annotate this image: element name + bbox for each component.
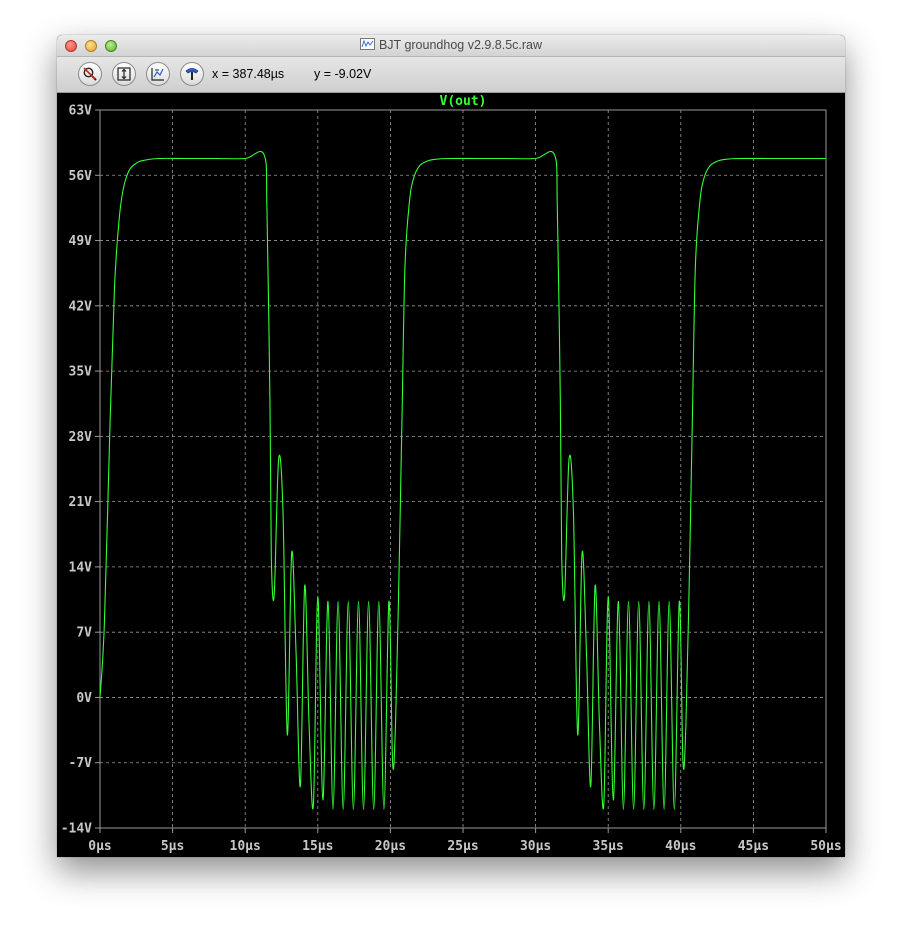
waveform-window: BJT groundhog v2.9.8.5c.raw x = 387.48µs… bbox=[57, 35, 845, 857]
x-tick-label: 30µs bbox=[520, 839, 551, 854]
x-tick-label: 40µs bbox=[665, 839, 696, 854]
y-tick-label: 28V bbox=[69, 430, 93, 445]
y-coordinate-readout: y = -9.02V bbox=[314, 67, 372, 81]
x-tick-label: 25µs bbox=[447, 839, 478, 854]
probe-tool-button[interactable] bbox=[180, 62, 204, 86]
x-tick-label: 5µs bbox=[161, 839, 184, 854]
zoom-fit-icon bbox=[151, 68, 164, 81]
y-tick-label: 7V bbox=[76, 626, 92, 641]
y-tick-label: 35V bbox=[69, 365, 93, 380]
zoom-cancel-button[interactable] bbox=[78, 62, 102, 86]
y-tick-label: 0V bbox=[76, 691, 92, 706]
x-tick-label: 20µs bbox=[375, 839, 406, 854]
zoom-full-button[interactable] bbox=[112, 62, 136, 86]
zoom-fit-button[interactable] bbox=[146, 62, 170, 86]
y-tick-label: 21V bbox=[69, 495, 93, 510]
y-tick-label: -14V bbox=[61, 822, 92, 837]
window-title-area: BJT groundhog v2.9.8.5c.raw bbox=[57, 38, 845, 52]
probe-tool-icon bbox=[185, 68, 199, 80]
window-title: BJT groundhog v2.9.8.5c.raw bbox=[378, 38, 543, 52]
zoom-full-icon bbox=[117, 67, 131, 81]
x-tick-label: 15µs bbox=[302, 839, 333, 854]
y-tick-label: 63V bbox=[69, 104, 93, 119]
plot-frame bbox=[99, 109, 827, 829]
x-coordinate-readout: x = 387.48µs bbox=[212, 67, 285, 81]
y-tick-label: 42V bbox=[69, 299, 93, 314]
zoom-cancel-icon bbox=[83, 67, 97, 81]
waveform-plot[interactable]: 0µs 5µs 10µs 15µs 20µs 25µs 30µs 35µs 40µs 45µs 50… bbox=[57, 93, 845, 857]
waveform-document-icon bbox=[359, 38, 375, 50]
y-tick-label: 49V bbox=[69, 234, 93, 249]
x-tick-label: 35µs bbox=[593, 839, 624, 854]
x-tick-label: 45µs bbox=[738, 839, 769, 854]
title-bar[interactable]: BJT groundhog v2.9.8.5c.raw bbox=[57, 35, 845, 57]
x-tick-label: 10µs bbox=[230, 839, 261, 854]
trace-title[interactable]: V(out) bbox=[440, 94, 487, 109]
y-tick-label: -7V bbox=[69, 756, 93, 771]
toolbar: x = 387.48µs y = -9.02V bbox=[57, 57, 845, 93]
y-tick-label: 14V bbox=[69, 560, 93, 575]
y-tick-label: 56V bbox=[69, 169, 93, 184]
x-tick-label: 50µs bbox=[810, 839, 841, 854]
x-tick-label: 0µs bbox=[88, 839, 111, 854]
